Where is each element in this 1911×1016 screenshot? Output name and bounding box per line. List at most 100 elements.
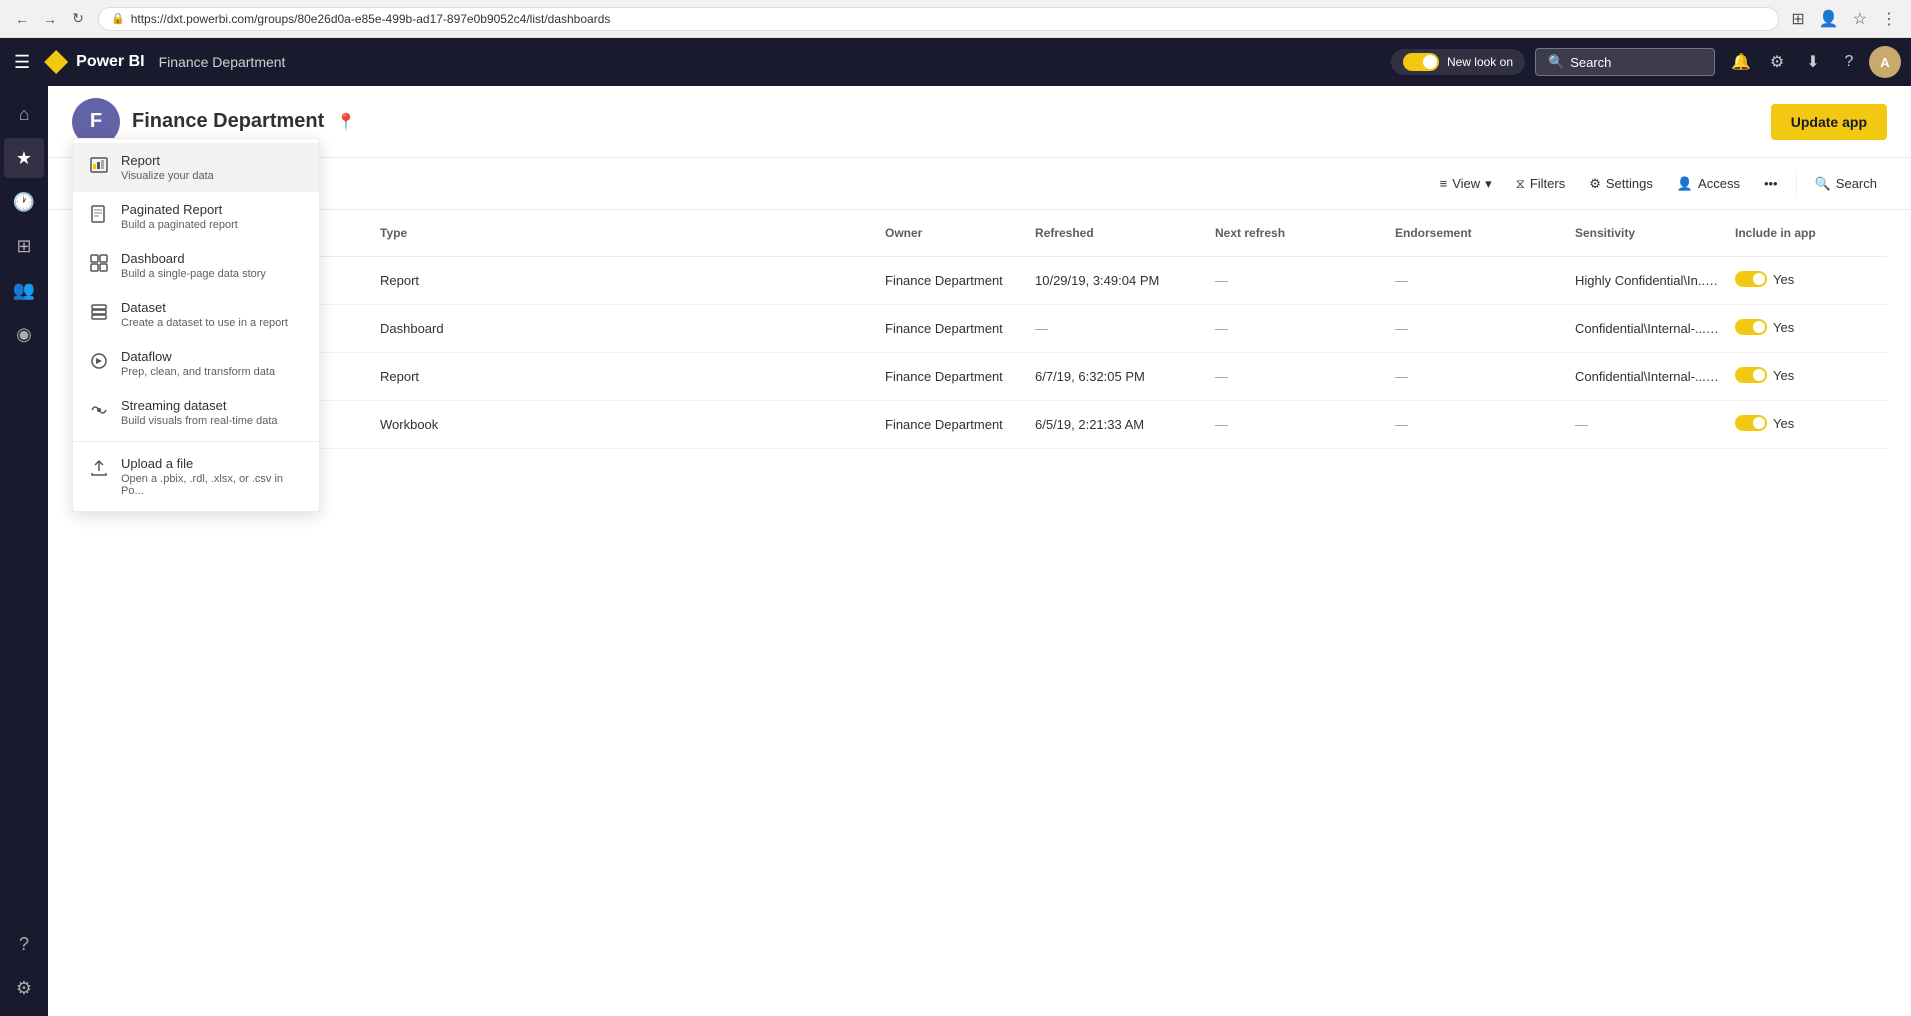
row0-toggle-label: Yes [1773,272,1794,287]
back-button[interactable]: ← [10,7,34,31]
col-sensitivity[interactable]: Sensitivity [1567,218,1727,248]
sidebar-item-favorites[interactable]: ★ [4,138,44,178]
dropdown-item-report[interactable]: Report Visualize your data [73,143,319,192]
row3-toggle-switch[interactable] [1735,415,1767,431]
access-button[interactable]: 👤 Access [1667,169,1750,199]
row0-sensitivity: Highly Confidential\In... ⓘ [1567,264,1727,297]
row2-type: Report [372,361,877,392]
row0-owner: Finance Department [877,265,1027,296]
dashboard-item-desc: Build a single-page data story [121,268,266,280]
dropdown-item-dataset[interactable]: Dataset Create a dataset to use in a rep… [73,290,319,339]
table-row[interactable]: 📋 Sales and Returns Dashboard Finance De… [72,305,1887,353]
browser-nav-buttons: ← → ↻ [10,7,90,31]
dataflow-item-title: Dataflow [121,349,275,364]
user-avatar[interactable]: A [1869,46,1901,78]
row2-owner: Finance Department [877,361,1027,392]
workspace-title: Finance Department [132,110,324,133]
dropdown-item-paginated[interactable]: Paginated Report Build a paginated repor… [73,192,319,241]
row0-include: Yes [1727,263,1887,298]
dropdown-item-dashboard[interactable]: Dashboard Build a single-page data story [73,241,319,290]
table-row[interactable]: 📊 Store Sales - New Report Finance Depar… [72,257,1887,305]
col-owner[interactable]: Owner [877,218,1027,248]
sidebar-item-apps[interactable]: ⊞ [4,226,44,266]
row2-include: Yes [1727,359,1887,394]
row1-endorsement: — [1387,313,1567,344]
search-icon: 🔍 [1548,54,1564,70]
col-include[interactable]: Include in app [1727,218,1887,248]
dropdown-item-dataflow[interactable]: Dataflow Prep, clean, and transform data [73,339,319,388]
paginated-item-text: Paginated Report Build a paginated repor… [121,202,238,231]
row3-toggle-label: Yes [1773,416,1794,431]
report-item-title: Report [121,153,214,168]
new-dropdown-menu: Report Visualize your data Paginated Rep… [72,138,320,512]
browser-icons: ⊞ 👤 ☆ ⋮ [1787,7,1901,31]
row3-toggle[interactable]: Yes [1735,415,1794,431]
sidebar-item-metrics[interactable]: ◉ [4,314,44,354]
row0-toggle[interactable]: Yes [1735,271,1794,287]
settings-button[interactable]: ⚙ Settings [1579,169,1663,199]
sidebar-item-learn[interactable]: ? [4,924,44,964]
notifications-button[interactable]: 🔔 [1725,46,1757,78]
dropdown-separator [73,441,319,442]
table-row[interactable]: 📗 Financial Sample Workbook Finance Depa… [72,401,1887,449]
more-icon[interactable]: ⋮ [1877,7,1901,31]
refresh-button[interactable]: ↻ [66,7,90,31]
sidebar-item-settings[interactable]: ⚙ [4,968,44,1008]
row0-toggle-switch[interactable] [1735,271,1767,287]
update-app-button[interactable]: Update app [1771,104,1887,140]
address-bar[interactable]: 🔒 https://dxt.powerbi.com/groups/80e26d0… [98,7,1779,31]
sidebar-item-shared[interactable]: 👥 [4,270,44,310]
dataset-icon [89,302,109,322]
row1-toggle[interactable]: Yes [1735,319,1794,335]
topnav-workspace-name: Finance Department [159,54,286,70]
upload-item-desc: Open a .pbix, .rdl, .xlsx, or .csv in Po… [121,473,303,497]
row1-owner: Finance Department [877,313,1027,344]
row2-toggle-switch[interactable] [1735,367,1767,383]
new-look-toggle[interactable]: New look on [1391,49,1525,75]
row1-type: Dashboard [372,313,877,344]
row3-endorsement: — [1387,409,1567,440]
hamburger-button[interactable]: ☰ [10,48,34,77]
star-icon[interactable]: ☆ [1849,7,1871,31]
download-button[interactable]: ⬇ [1797,46,1829,78]
row3-next-refresh: — [1207,409,1387,440]
paginated-item-title: Paginated Report [121,202,238,217]
row0-next-refresh: — [1207,265,1387,296]
workspace-header: F Finance Department 📍 Update app [48,86,1911,158]
row2-toggle[interactable]: Yes [1735,367,1794,383]
settings-icon: ⚙ [1589,176,1601,192]
view-button[interactable]: ≡ View ▾ [1430,169,1502,199]
table-row[interactable]: 📊 Finance Report Report Finance Departme… [72,353,1887,401]
search-button[interactable]: 🔍 Search [1805,171,1887,197]
col-next-refresh[interactable]: Next refresh [1207,218,1387,248]
row3-include: Yes [1727,407,1887,442]
upload-item-title: Upload a file [121,456,303,471]
help-button[interactable]: ? [1833,46,1865,78]
row3-type: Workbook [372,409,877,440]
more-button[interactable]: ••• [1754,169,1788,198]
new-look-switch[interactable] [1403,53,1439,71]
extensions-icon[interactable]: ⊞ [1787,7,1808,31]
person-icon: 👤 [1677,176,1693,192]
col-type[interactable]: Type [372,218,877,248]
new-look-label: New look on [1447,55,1513,69]
filters-button[interactable]: ⧖ Filters [1506,169,1576,199]
sidebar: ⌂ ★ 🕐 ⊞ 👥 ◉ ? ⚙ [0,86,48,1016]
forward-button[interactable]: → [38,7,62,31]
dropdown-item-upload[interactable]: Upload a file Open a .pbix, .rdl, .xlsx,… [73,446,319,507]
view-icon: ≡ [1440,176,1448,191]
sidebar-item-home[interactable]: ⌂ [4,94,44,134]
row1-toggle-switch[interactable] [1735,319,1767,335]
settings-button[interactable]: ⚙ [1761,46,1793,78]
col-endorsement[interactable]: Endorsement [1387,218,1567,248]
dropdown-item-streaming[interactable]: Streaming dataset Build visuals from rea… [73,388,319,437]
profile-icon[interactable]: 👤 [1815,7,1843,31]
pbi-logo[interactable]: Power BI [44,50,144,74]
col-refreshed[interactable]: Refreshed [1027,218,1207,248]
row2-toggle-label: Yes [1773,368,1794,383]
view-chevron-icon: ▾ [1485,176,1492,192]
streaming-item-desc: Build visuals from real-time data [121,415,278,427]
sidebar-item-recent[interactable]: 🕐 [4,182,44,222]
workspace-pin-icon[interactable]: 📍 [336,112,356,132]
topnav-search[interactable]: 🔍 Search [1535,48,1715,76]
